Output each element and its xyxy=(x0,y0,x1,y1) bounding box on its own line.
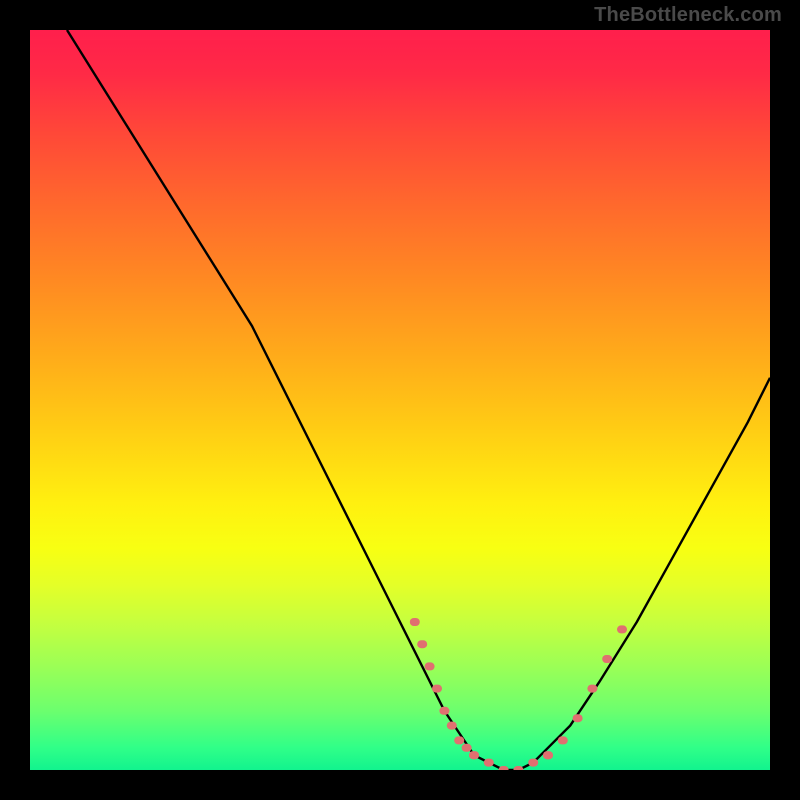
curve-svg xyxy=(30,30,770,770)
dotted-marker xyxy=(410,618,420,626)
dotted-marker xyxy=(425,662,435,670)
dotted-marker xyxy=(528,759,538,767)
dotted-marker xyxy=(499,766,509,770)
watermark-text: TheBottleneck.com xyxy=(594,4,782,27)
dotted-marker xyxy=(417,640,427,648)
bottleneck-curve xyxy=(67,30,770,770)
chart-frame: TheBottleneck.com xyxy=(0,0,800,800)
dotted-marker xyxy=(573,714,583,722)
dotted-marker xyxy=(543,751,553,759)
dotted-marker xyxy=(513,766,523,770)
dotted-marker xyxy=(484,759,494,767)
dotted-marker xyxy=(617,625,627,633)
dotted-marker xyxy=(447,722,457,730)
plot-area xyxy=(30,30,770,770)
dotted-marker xyxy=(602,655,612,663)
dotted-marker xyxy=(469,751,479,759)
dotted-marker xyxy=(439,707,449,715)
dotted-overlay xyxy=(410,618,627,770)
dotted-marker xyxy=(558,736,568,744)
dotted-marker xyxy=(454,736,464,744)
dotted-marker xyxy=(587,685,597,693)
dotted-marker xyxy=(432,685,442,693)
dotted-marker xyxy=(462,744,472,752)
